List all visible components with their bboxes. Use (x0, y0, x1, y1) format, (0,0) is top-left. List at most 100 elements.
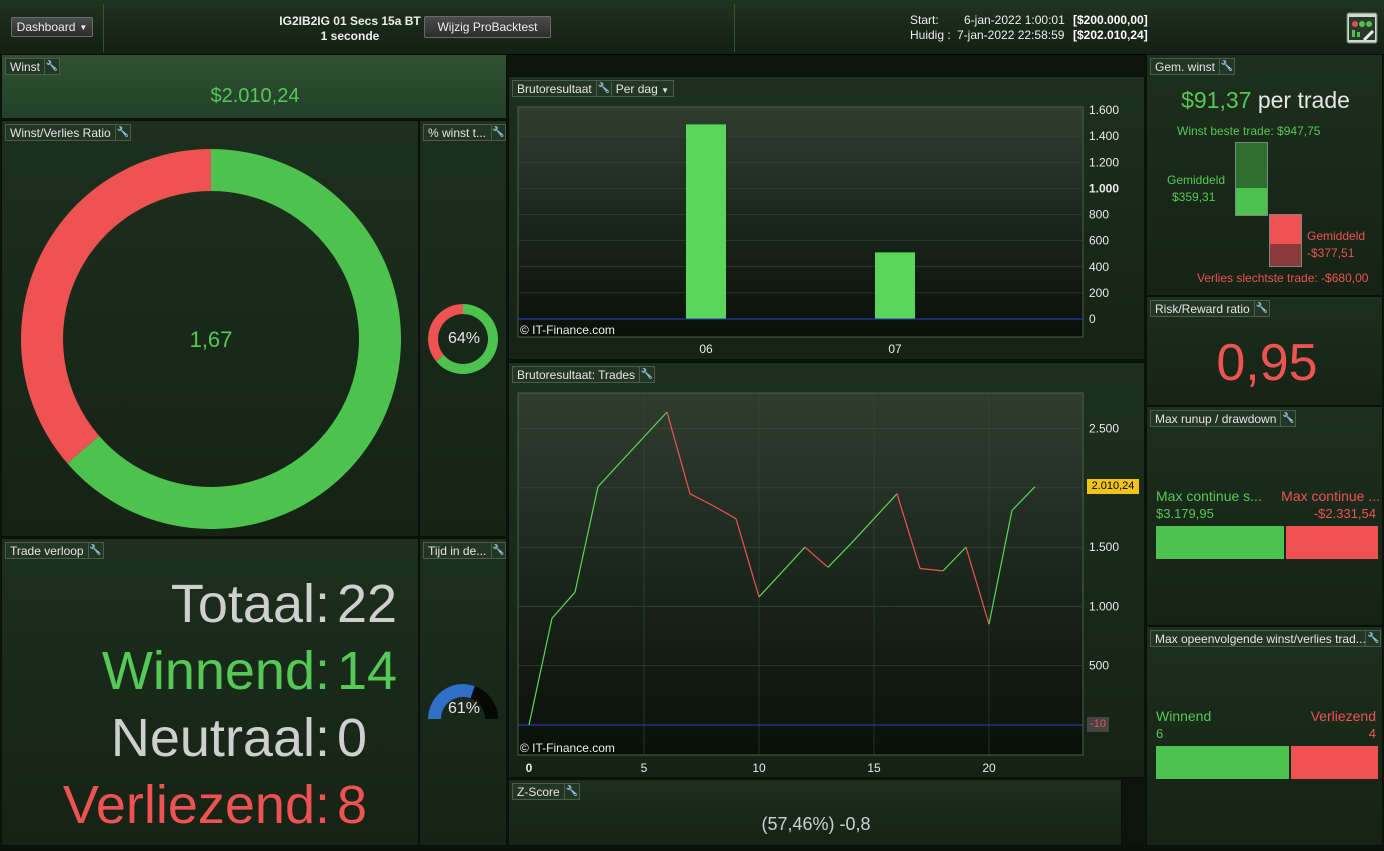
y-tick-label: 1.400 (1089, 129, 1119, 143)
runup-value: $3.179,95 (1156, 506, 1214, 521)
x-tick-label: 15 (867, 761, 881, 775)
consec-win-bar (1156, 746, 1289, 779)
risk-reward-value: 0,95 (1216, 334, 1318, 392)
drawdown-bar (1286, 526, 1378, 559)
y-tick-label: 1.600 (1089, 103, 1119, 117)
avg-win-label: Gemiddeld (1167, 173, 1226, 187)
start-capital: [$200.000,00] (1073, 13, 1148, 27)
y-tick-label: 800 (1089, 208, 1109, 222)
ratio-panel: Winst/Verlies Ratio 🔧 1,67 (1, 120, 419, 537)
chevron-down-icon: ▼ (79, 22, 88, 32)
zscore-value: (57,46%) -0,8 (761, 814, 871, 834)
bar (875, 252, 915, 319)
bar (686, 124, 726, 320)
drawdown-label: Max continue ... (1281, 488, 1380, 504)
consec-win-value: 6 (1156, 726, 1164, 741)
trade-verloop-title-bar: Trade verloop 🔧 (5, 542, 104, 559)
pct-winst-panel: % winst t... 🔧 64% (419, 120, 507, 537)
dashboard-label: Dashboard (16, 20, 76, 34)
plot-area (517, 392, 1084, 756)
x-tick-label: 10 (752, 761, 766, 775)
zscore-panel: Z-Score 🔧 (57,46%) -0,8 (508, 779, 1122, 846)
y-tick-label: 0 (1089, 312, 1096, 326)
avg-win-fill (1236, 188, 1267, 215)
current-capital: [$202.010,24] (1073, 28, 1148, 42)
wrench-icon[interactable]: 🔧 (44, 59, 59, 74)
trade-row-value: 8 (337, 775, 368, 835)
runup-title: Max runup / drawdown (1155, 411, 1277, 426)
consecutive-title: Max opeenvolgende winst/verlies trad... (1155, 631, 1366, 646)
wrench-icon[interactable]: 🔧 (87, 543, 103, 558)
x-tick-label: 06 (699, 342, 713, 356)
trade-row-losing: Verliezend: 8 (2, 774, 402, 840)
trade-row-value: 22 (337, 574, 398, 634)
avg-loss-value: -$377,51 (1307, 246, 1355, 260)
risk-reward-panel: Risk/Reward ratio 🔧 0,95 (1146, 296, 1383, 406)
worst-trade: Verlies slechtste trade: -$680,00 (1197, 271, 1369, 285)
winst-title: Winst (10, 59, 40, 74)
ratio-loss-arc (21, 149, 211, 464)
ratio-value: 1,67 (189, 327, 233, 352)
tijd-panel: Tijd in de... 🔧 61% (419, 538, 507, 846)
last-value-tag: 2.010,24 (1087, 478, 1139, 494)
trade-row-label: Neutraal: (110, 708, 330, 768)
trade-row-neutral: Neutraal: 0 (2, 707, 402, 773)
zscore-title-bar: Z-Score 🔧 (512, 783, 580, 800)
bruto-dag-panel: Brutoresultaat 🔧 Per dag ▼ 0 200 400 600 800… (508, 76, 1145, 360)
y-tick-label: 1.500 (1089, 540, 1119, 554)
y-tick-label: 2.500 (1089, 422, 1119, 436)
y-tick-label: 600 (1089, 234, 1109, 248)
trade-verloop-title: Trade verloop (10, 543, 84, 558)
start-date: 6-jan-2022 1:00:01 (964, 13, 1065, 27)
y-tick-label: 1.000 (1089, 181, 1119, 195)
wrench-icon[interactable]: 🔧 (1253, 301, 1269, 316)
settings-icon[interactable] (1346, 12, 1378, 44)
wrench-icon[interactable]: 🔧 (1219, 59, 1234, 74)
watermark: © IT-Finance.com (520, 323, 615, 337)
header-divider-1 (103, 4, 104, 52)
trade-row-value: 0 (337, 708, 368, 768)
avg-loss-label: Gemiddeld (1307, 229, 1366, 243)
trade-row-total: Totaal: 22 (2, 573, 402, 639)
x-tick-label: 5 (641, 761, 648, 775)
best-trade-bar (1235, 142, 1268, 216)
consecutive-panel: Max opeenvolgende winst/verlies trad... … (1146, 626, 1383, 846)
avg-per-trade-suffix: per trade (1257, 87, 1350, 113)
consec-win-label: Winnend (1156, 708, 1212, 724)
wrench-icon[interactable]: 🔧 (1365, 631, 1380, 646)
y-tick-label: 200 (1089, 286, 1109, 300)
runup-panel: Max runup / drawdown 🔧 Max continue s...… (1146, 406, 1383, 626)
avg-per-trade-value: $91,37 (1181, 87, 1252, 113)
strategy-name: IG2IB2IG 01 Secs 15a BT (279, 14, 421, 28)
y-tick-label: 500 (1089, 659, 1109, 673)
risk-reward-title: Risk/Reward ratio (1155, 301, 1250, 316)
gem-winst-title-bar: Gem. winst 🔧 (1150, 58, 1236, 75)
zero-value-tag: -10 (1087, 717, 1109, 732)
gem-winst-panel: Gem. winst 🔧 $91,37 per trade Winst best… (1146, 54, 1383, 296)
top-bar (0, 0, 1384, 55)
bruto-dag-chart: 0 200 400 600 800 1.000 1.200 1.400 1.600 06 07 (517, 103, 1119, 356)
drawdown-value: -$2.331,54 (1313, 506, 1376, 521)
current-label: Huidig : (910, 28, 951, 42)
runup-title-bar: Max runup / drawdown 🔧 (1150, 410, 1297, 427)
dashboard-dropdown[interactable]: Dashboard ▼ (11, 17, 93, 37)
winst-title-bar: Winst 🔧 (5, 58, 60, 75)
current-date: 7-jan-2022 22:58:59 (957, 28, 1065, 42)
plot-area (517, 106, 1084, 338)
tijd-gauge (428, 684, 498, 719)
tijd-value: 61% (447, 700, 481, 717)
pct-winst-value: 64% (447, 330, 481, 347)
header-divider-2 (734, 4, 735, 52)
y-tick-label: 1.000 (1089, 599, 1119, 613)
bruto-trades-panel: Brutoresultaat: Trades 🔧 500 1.000 1.500 2.… (508, 362, 1145, 778)
edit-backtest-button[interactable]: Wijzig ProBacktest (424, 16, 551, 38)
watermark: © IT-Finance.com (520, 741, 615, 755)
consec-loss-label: Verliezend (1310, 708, 1376, 724)
y-tick-label: 1.200 (1089, 155, 1119, 169)
trade-row-label: Verliezend: (62, 775, 330, 835)
x-tick-label: 20 (982, 761, 996, 775)
trade-row-label: Winnend: (101, 641, 330, 701)
wrench-icon[interactable]: 🔧 (1280, 411, 1295, 426)
x-tick-label: 0 (526, 761, 533, 775)
wrench-icon[interactable]: 🔧 (563, 784, 579, 799)
